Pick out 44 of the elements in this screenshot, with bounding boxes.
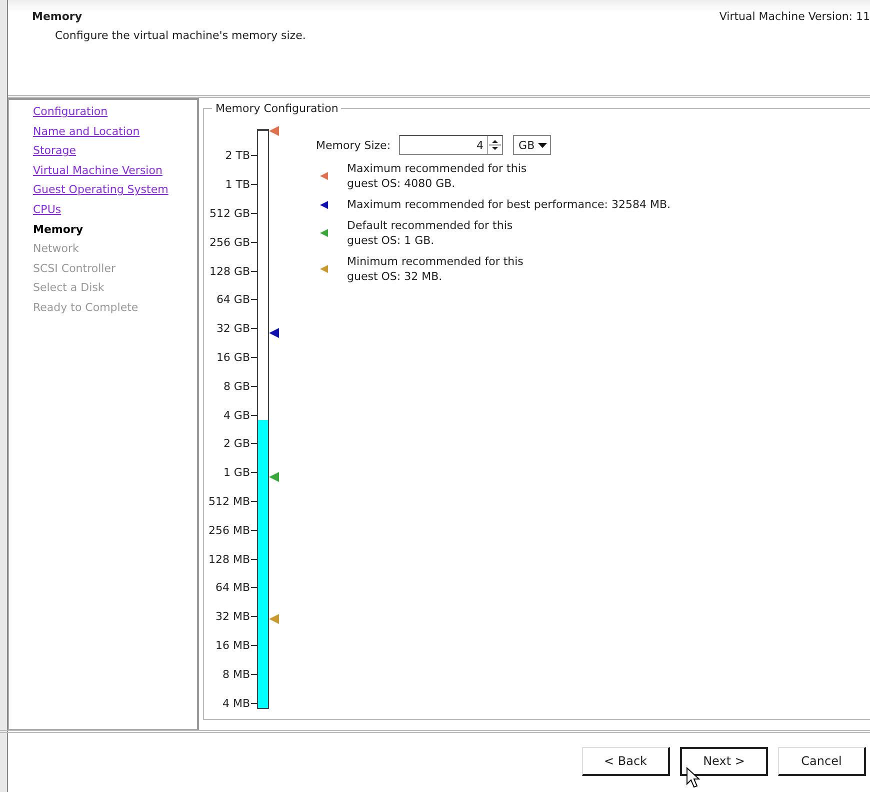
recommendation-text: Minimum recommended for this guest OS: 32 MB. (347, 254, 524, 284)
step-link[interactable]: Guest Operating System (33, 180, 168, 200)
scale-label: 4 MB (222, 696, 252, 710)
wizard-button[interactable]: Cancel (778, 746, 866, 776)
step-link[interactable]: Storage (33, 141, 76, 161)
memory-slider[interactable] (257, 129, 270, 709)
scale-label: 512 GB (209, 207, 252, 220)
version-label: Virtual Machine Version: 11 (719, 10, 870, 25)
memory-size-field[interactable]: 4 (398, 135, 503, 155)
memory-size-label: Memory Size: (316, 138, 391, 152)
scale-label: 16 MB (215, 639, 252, 652)
scale-label: 128 MB (208, 552, 252, 566)
scale-label: 512 MB (208, 495, 252, 508)
scale-label: 16 GB (216, 351, 252, 364)
page-title: Memory (32, 10, 84, 23)
page-subtitle: Configure the virtual machine's memory size. (55, 29, 306, 42)
scale-label: 32 GB (216, 322, 252, 336)
scale-label: 1 TB (225, 178, 252, 192)
scale-label: 2 TB (225, 149, 252, 162)
wizard-button[interactable]: Next > (680, 746, 768, 776)
recommendation-text: Maximum recommended for this guest OS: 4080 GB. (347, 161, 527, 191)
step-link[interactable]: Configuration (33, 102, 108, 122)
recommendation-text: Maximum recommended for best performance: 32584 MB. (347, 197, 671, 212)
scale-label: 2 GB (223, 437, 252, 450)
scale-label: 64 GB (216, 293, 252, 306)
scale-label: 4 GB (223, 408, 252, 422)
step-link[interactable]: Name and Location (33, 122, 140, 142)
step-link[interactable]: Virtual Machine Version (33, 160, 162, 180)
group-title: Memory Configuration (214, 102, 340, 115)
recommendation-text: Default recommended for this guest OS: 1 GB. (347, 218, 513, 248)
scale-label: 128 GB (209, 264, 252, 278)
unit-dropdown[interactable]: GB (512, 135, 551, 155)
scale-label: 8 MB (222, 668, 252, 681)
step-link[interactable]: CPUs (33, 200, 62, 220)
wizard-button[interactable]: < Back (582, 746, 670, 776)
spinner-icon[interactable] (486, 136, 502, 154)
scale-label: 64 MB (215, 581, 252, 594)
scale-label: 32 MB (215, 610, 252, 624)
cursor-icon (686, 767, 702, 789)
scale-label: 256 MB (208, 524, 252, 537)
caret-icon (538, 142, 547, 148)
scale-label: 256 GB (209, 236, 252, 249)
scale-label: 8 GB (223, 380, 252, 393)
scale-label: 1 GB (223, 466, 252, 480)
